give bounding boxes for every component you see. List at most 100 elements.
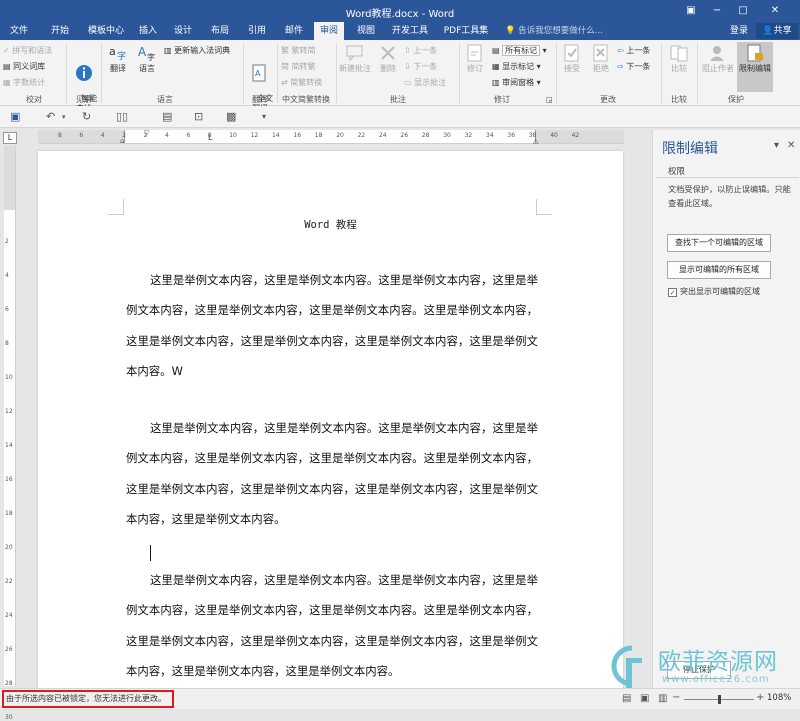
accept-button[interactable]: 接受 [559, 44, 585, 74]
show-all-editable-regions-button[interactable]: 显示可编辑的所有区域 [667, 261, 771, 279]
group-proofing: 校对 [26, 95, 42, 104]
s2t-label: 简转繁 [291, 62, 316, 71]
chevron-down-icon: ▾ [534, 62, 541, 71]
spelling-label: 拼写和语法 [12, 46, 53, 55]
track-changes-button[interactable]: 修订 [462, 44, 488, 74]
tab-template-center[interactable]: 模板中心 [84, 22, 128, 40]
group-insights: 见解 [76, 95, 92, 104]
ribbon: ✓ 拼写和语法 ▤ 同义词库 ▦ 字数统计 校对 智能 查找 见解 a字 翻译 … [0, 40, 800, 113]
previous-comment-button[interactable]: ⇧ 上一条 [404, 45, 437, 56]
accept-icon [564, 44, 579, 62]
reviewing-pane-button[interactable]: ▥ 审阅窗格 ▾ [492, 77, 541, 88]
reviewing-pane-icon: ▥ [492, 78, 503, 87]
tab-references[interactable]: 引用 [242, 22, 272, 40]
document-area[interactable]: Word 教程 这里是举例文本内容，这里是举例文本内容。这里是举例文本内容，这里… [17, 145, 651, 688]
document-page[interactable]: Word 教程 这里是举例文本内容，这里是举例文本内容。这里是举例文本内容，这里… [38, 151, 623, 688]
vertical-ruler[interactable]: 2 4 6 8 10 12 14 16 18 20 22 24 26 28 30 [4, 146, 16, 721]
ruler-tick-label: 6 [79, 132, 84, 139]
show-comments-button[interactable]: ▭ 显示批注 [404, 77, 446, 88]
pane-options-button[interactable]: ▾ [774, 140, 779, 151]
chinese-conversion-button[interactable]: ⇄ 简繁转换 [281, 77, 322, 88]
arrow-up-icon: ⇧ [404, 46, 414, 55]
word-count-button[interactable]: ▦ 字数统计 [3, 77, 45, 88]
spelling-grammar-button[interactable]: ✓ 拼写和语法 [3, 45, 52, 56]
new-comment-button[interactable]: 新建批注 [337, 44, 373, 74]
ruler-tick-label: 30 [443, 132, 451, 139]
tab-pdf-tools[interactable]: PDF工具集 [440, 22, 492, 40]
zoom-page-icon[interactable]: ⊡ [194, 110, 203, 123]
traditional-to-simplified-button[interactable]: 繁 繁转简 [281, 45, 316, 56]
tab-design[interactable]: 设计 [168, 22, 198, 40]
tab-view[interactable]: 视图 [351, 22, 381, 40]
maximize-button[interactable]: □ [732, 2, 754, 20]
tab-home[interactable]: 开始 [45, 22, 75, 40]
zoom-slider[interactable] [684, 695, 754, 704]
show-markup-button[interactable]: ▦ 显示标记 ▾ [492, 61, 541, 72]
svg-text:a: a [109, 45, 116, 58]
delete-comment-button[interactable]: 删除 [376, 44, 400, 74]
highlight-editable-regions-checkbox[interactable]: ✓ 突出显示可编辑的区域 [668, 286, 760, 297]
ribbon-display-options-button[interactable]: ▣ [680, 2, 702, 20]
customize-qat-icon[interactable]: ▾ [262, 112, 266, 121]
tab-file[interactable]: 文件 [4, 22, 34, 40]
previous-icon: ⇦ [617, 46, 627, 55]
share-button[interactable]: 👤共享 [756, 23, 798, 39]
undo-icon[interactable]: ↶ [46, 110, 55, 123]
previous-change-button[interactable]: ⇦ 上一条 [617, 45, 650, 56]
compare-button[interactable]: 比较 [665, 44, 693, 74]
ruler-tick-label: 16 [293, 132, 302, 139]
tab-mailings[interactable]: 邮件 [279, 22, 309, 40]
share-icon: 👤 [762, 26, 774, 36]
paragraph: 这里是举例文本内容，这里是举例文本内容。这里是举例文本内容，这里是举例文本内容，… [126, 573, 538, 679]
tab-selector[interactable]: L [3, 132, 17, 144]
ruler-tick-label: 42 [571, 132, 580, 139]
tracking-options-launcher[interactable]: ◲ [546, 96, 553, 104]
group-chinese-conversion: 中文简繁转换 [282, 95, 330, 104]
tab-layout[interactable]: 布局 [205, 22, 235, 40]
track-changes-icon [467, 44, 482, 62]
ruler-tick-label: 8 [207, 132, 212, 139]
track-label: 修订 [467, 64, 483, 73]
next-change-button[interactable]: ⇨ 下一条 [617, 61, 650, 72]
simplified-to-traditional-button[interactable]: 简 简转繁 [281, 61, 316, 72]
ruler-tick-label: 34 [486, 132, 494, 139]
checkmark-icon: ✓ [668, 288, 677, 297]
horizontal-ruler[interactable]: ⌂ ▽ L △ 8 6 4 2 2 4 6 8 10 12 14 16 18 20 22 24 26 28 30 32… [38, 129, 624, 145]
thesaurus-button[interactable]: ▤ 同义词库 [3, 61, 45, 72]
ruler-tick-label: 40 [550, 132, 558, 139]
find-next-editable-region-button[interactable]: 查找下一个可编辑的区域 [667, 234, 771, 252]
watermark-url: www.office26.com [662, 674, 770, 685]
separator [459, 43, 460, 103]
tab-insert[interactable]: 插入 [134, 22, 162, 40]
restrict-editing-button[interactable]: 限制编辑 [737, 42, 773, 92]
redo-icon[interactable]: ↻ [82, 110, 91, 123]
next-comment-button[interactable]: ⇩ 下一条 [404, 61, 437, 72]
reject-button[interactable]: 拒绝 [588, 44, 614, 74]
block-authors-button[interactable]: 阻止作者 [700, 44, 736, 74]
new-comment-icon [346, 45, 363, 62]
next-icon: ⇨ [617, 62, 627, 71]
show-comments-label: 显示批注 [414, 78, 447, 87]
pane-close-button[interactable]: ✕ [787, 140, 795, 151]
tab-developer[interactable]: 开发工具 [388, 22, 432, 40]
markup-dropdown[interactable]: ▤ 所有标记 ▾ [492, 45, 547, 56]
two-pages-icon[interactable]: ▯▯ [116, 110, 128, 123]
language-button[interactable]: A字 语言 [134, 44, 160, 74]
ruler-tick-label: 28 [421, 132, 430, 139]
minimize-button[interactable]: − [706, 2, 728, 20]
update-ime-dictionary-button[interactable]: ▥ 更新输入法词典 [164, 45, 230, 56]
thesaurus-icon: ▤ [3, 62, 14, 71]
clipboard-icon[interactable]: ▩ [226, 110, 236, 123]
chevron-down-icon[interactable]: ▾ [62, 113, 66, 121]
ruler-tick-label: 6 [186, 132, 191, 139]
login-link[interactable]: 登录 [730, 22, 748, 40]
translate-button[interactable]: a字 翻译 [105, 44, 131, 74]
ruler-tick-label: 12 [5, 408, 13, 415]
close-button[interactable]: ✕ [764, 2, 786, 20]
tab-review[interactable]: 审阅 [314, 22, 344, 40]
ruler-tick-label: 18 [314, 132, 323, 139]
tell-me-box[interactable]: 💡 告诉我您想要做什么... [505, 22, 603, 40]
print-preview-icon[interactable]: ▤ [162, 110, 172, 123]
save-icon[interactable]: ▣ [10, 110, 20, 123]
conversion-label: 简繁转换 [290, 78, 323, 87]
